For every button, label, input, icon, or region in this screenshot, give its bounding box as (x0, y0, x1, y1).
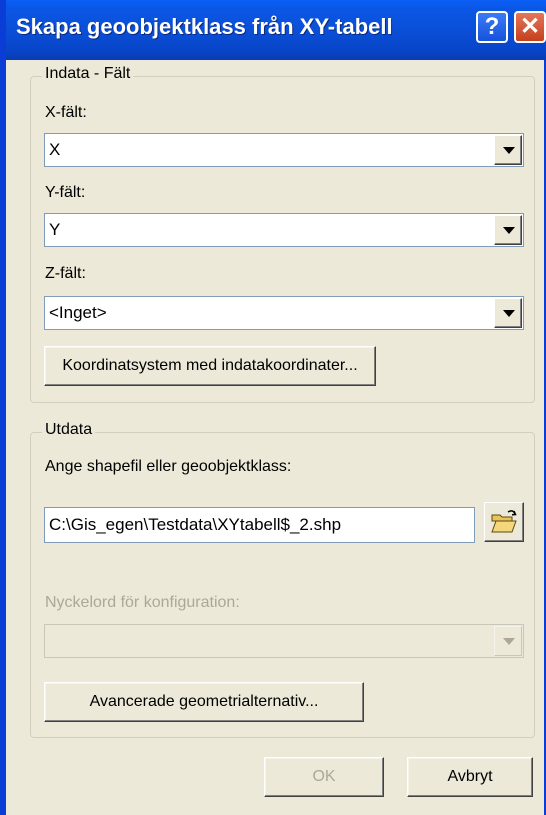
chevron-down-icon[interactable] (494, 298, 522, 328)
z-field-select[interactable]: <Inget> (44, 296, 524, 330)
x-field-label: X-fält: (45, 104, 87, 121)
y-field-label: Y-fält: (45, 184, 86, 201)
chevron-down-icon[interactable] (494, 215, 522, 245)
z-field-label: Z-fält: (45, 265, 86, 282)
help-icon: ? (484, 13, 500, 40)
x-field-select[interactable]: X (44, 133, 524, 167)
y-field-select[interactable]: Y (44, 213, 524, 247)
config-keyword-select (44, 624, 524, 658)
title-bar[interactable]: Skapa geoobjektklass från XY-tabell ? ✕ (6, 0, 546, 60)
indata-legend: Indata - Fält (42, 65, 134, 83)
config-keyword-label: Nyckelord för konfiguration: (45, 594, 240, 611)
close-icon: ✕ (519, 13, 541, 40)
coordinate-system-button[interactable]: Koordinatsystem med indatakoordinater... (44, 346, 376, 386)
dialog-window: Skapa geoobjektklass från XY-tabell ? ✕ … (0, 0, 546, 815)
utdata-legend: Utdata (42, 421, 96, 439)
chevron-down-icon[interactable] (494, 135, 522, 165)
help-button[interactable]: ? (476, 11, 508, 43)
close-button[interactable]: ✕ (514, 11, 546, 43)
chevron-down-icon (494, 626, 522, 656)
output-label: Ange shapefil eller geoobjektklass: (45, 458, 292, 475)
output-path-input[interactable]: C:\Gis_egen\Testdata\XYtabell$_2.shp (44, 507, 475, 543)
x-field-value: X (49, 140, 61, 159)
open-folder-icon (491, 510, 517, 533)
ok-button: OK (264, 757, 384, 797)
output-path-value: C:\Gis_egen\Testdata\XYtabell$_2.shp (49, 515, 342, 534)
y-field-value: Y (49, 220, 61, 239)
z-field-value: <Inget> (49, 303, 107, 322)
cancel-button[interactable]: Avbryt (407, 757, 533, 797)
advanced-geometry-button[interactable]: Avancerade geometrialternativ... (44, 682, 364, 722)
browse-button[interactable] (484, 502, 524, 542)
window-title: Skapa geoobjektklass från XY-tabell (16, 14, 393, 39)
